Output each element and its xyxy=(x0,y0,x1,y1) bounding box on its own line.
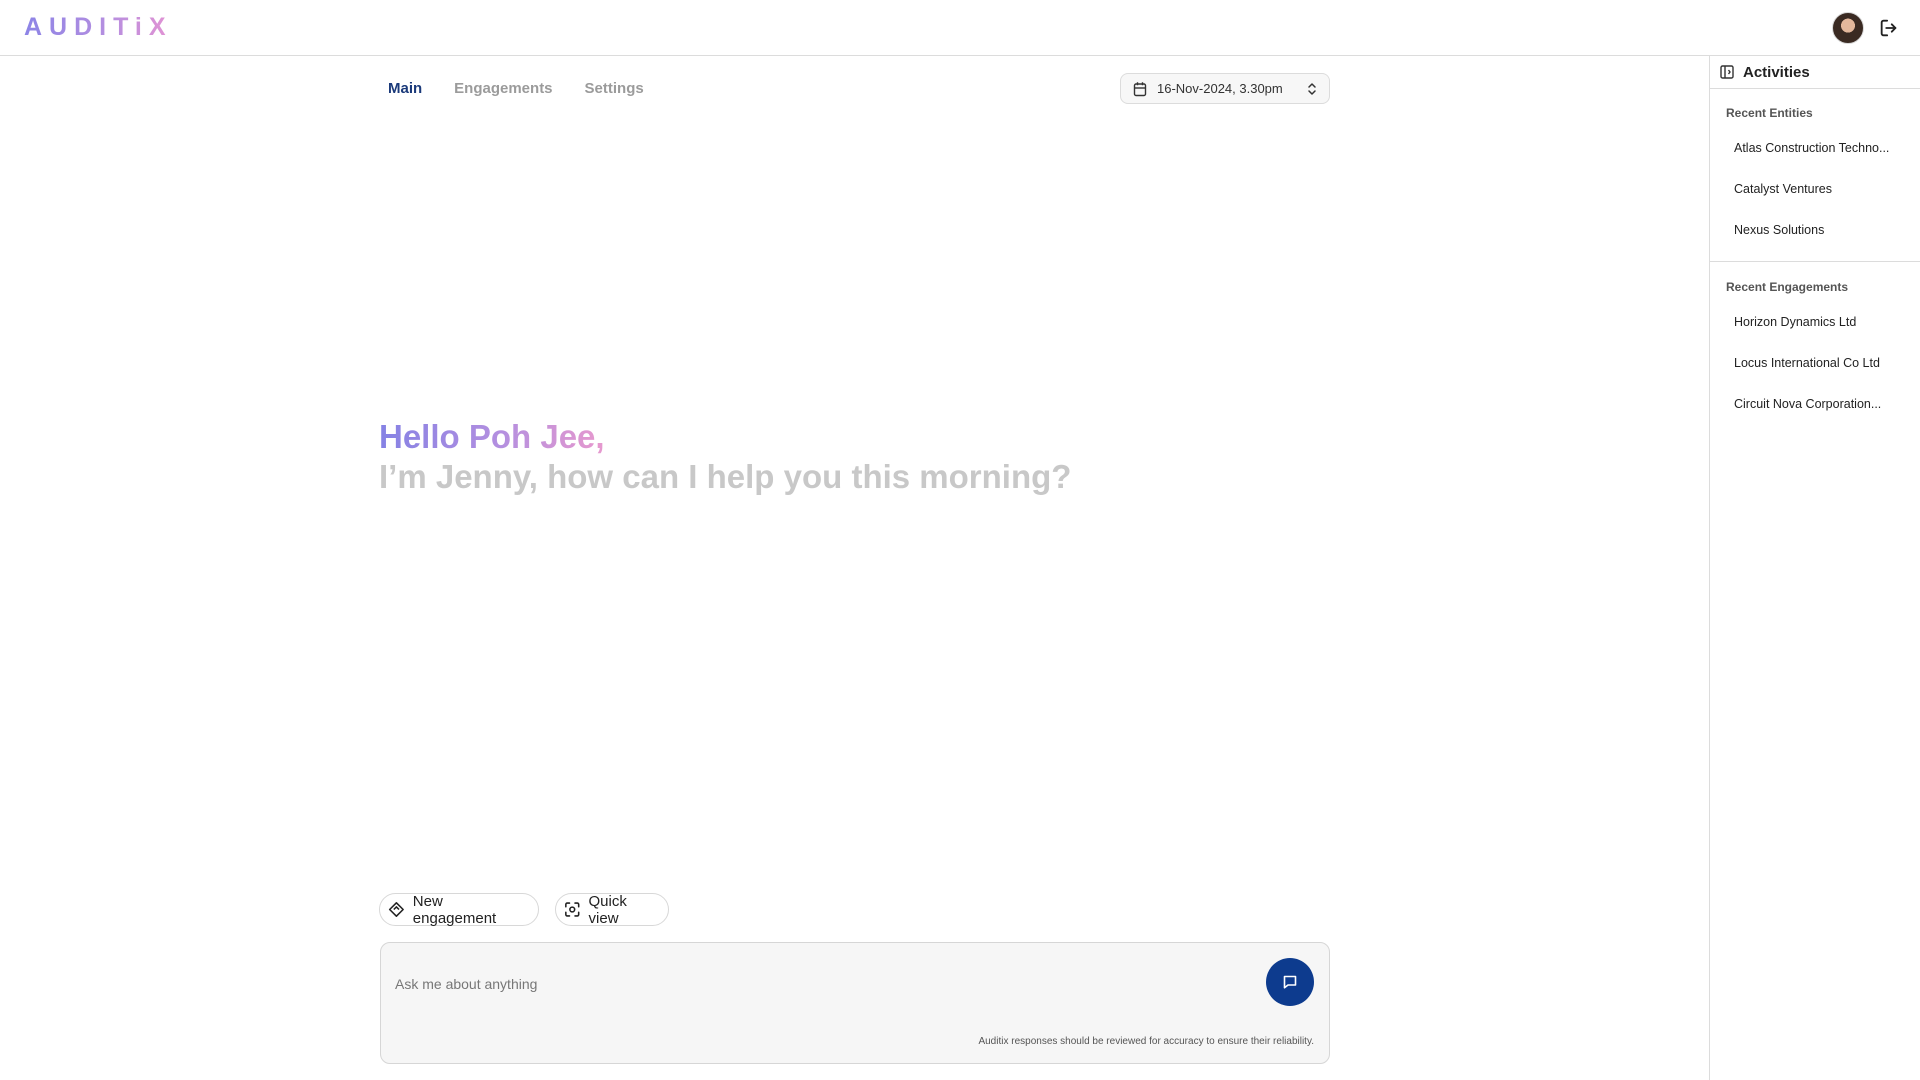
chat-input[interactable] xyxy=(395,972,1275,996)
quick-view-label: Quick view xyxy=(588,892,627,927)
main-tabs: Main Engagements Settings xyxy=(388,80,644,97)
scan-icon xyxy=(565,902,580,917)
tab-engagements[interactable]: Engagements xyxy=(454,80,552,97)
greeting-subtitle: I’m Jenny, how can I help you this morni… xyxy=(379,458,1072,495)
activities-panel: Activities Recent Entities Atlas Constru… xyxy=(1709,56,1920,1080)
diamond-icon xyxy=(388,901,404,918)
section-divider xyxy=(1710,261,1920,262)
recent-entity-item[interactable]: Atlas Construction Techno... xyxy=(1710,141,1915,182)
activities-title: Activities xyxy=(1743,63,1810,81)
message-icon xyxy=(1283,975,1297,989)
greeting-hello: Hello Poh Jee, xyxy=(379,418,605,455)
new-engagement-label: New engagement xyxy=(412,892,497,927)
calendar-icon xyxy=(1133,81,1147,96)
sidebar-toggle-icon[interactable] xyxy=(1720,65,1734,79)
app-logo[interactable]: AUDITiX xyxy=(24,13,173,42)
quick-view-button[interactable]: Quick view xyxy=(555,892,669,927)
logout-icon[interactable] xyxy=(1878,17,1900,39)
recent-engagement-item[interactable]: Horizon Dynamics Ltd xyxy=(1710,315,1915,356)
recent-entities-list: Atlas Construction Techno... Catalyst Ve… xyxy=(1710,141,1915,264)
activities-header: Activities xyxy=(1710,56,1920,89)
tab-settings[interactable]: Settings xyxy=(585,80,644,97)
chevron-up-down-icon xyxy=(1308,82,1316,95)
recent-engagement-item[interactable]: Locus International Co Ltd xyxy=(1710,356,1915,397)
recent-entity-item[interactable]: Catalyst Ventures xyxy=(1710,182,1915,223)
recent-entity-item[interactable]: Nexus Solutions xyxy=(1710,223,1915,264)
recent-engagements-title: Recent Engagements xyxy=(1726,280,1849,294)
chat-disclaimer: Auditix responses should be reviewed for… xyxy=(978,1036,1314,1047)
recent-engagements-list: Horizon Dynamics Ltd Locus International… xyxy=(1710,315,1915,438)
recent-entities-title: Recent Entities xyxy=(1726,106,1813,120)
datetime-selector[interactable]: 16-Nov-2024, 3.30pm xyxy=(1120,73,1330,104)
new-engagement-button[interactable]: New engagement xyxy=(379,892,539,927)
recent-engagement-item[interactable]: Circuit Nova Corporation... xyxy=(1710,397,1915,438)
avatar[interactable] xyxy=(1832,12,1864,44)
datetime-value: 16-Nov-2024, 3.30pm xyxy=(1157,81,1283,96)
send-button[interactable] xyxy=(1266,958,1314,1006)
tab-main[interactable]: Main xyxy=(388,80,422,97)
top-bar: AUDITiX xyxy=(0,0,1920,56)
chat-box: Auditix responses should be reviewed for… xyxy=(380,942,1330,1064)
